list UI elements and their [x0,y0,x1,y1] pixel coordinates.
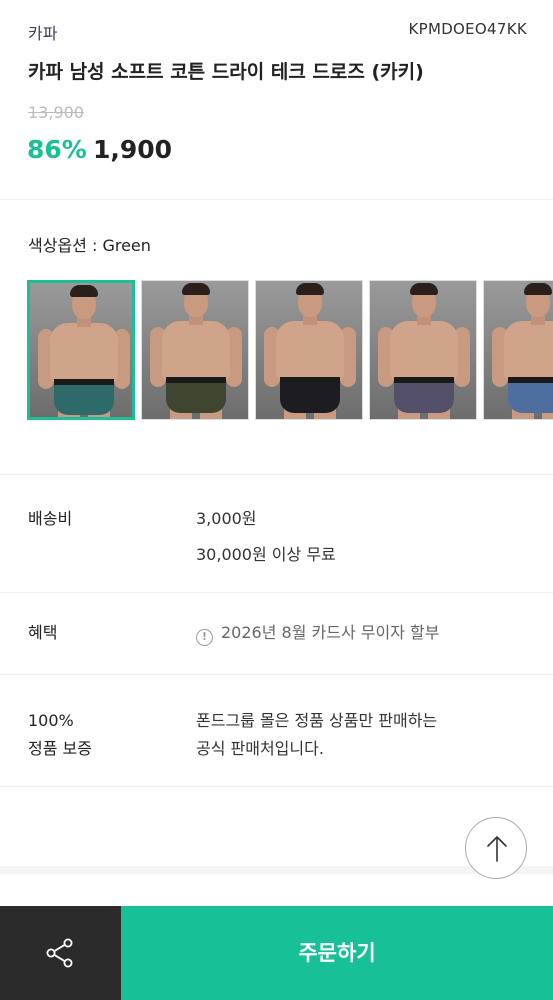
free-shipping-condition: 30,000원 이상 무료 [196,545,336,564]
info-icon: ! [196,629,213,646]
swatch-model-torso [390,321,458,381]
color-swatch-khaki[interactable] [141,280,249,420]
product-header: 카파 KPMDOEO47KK 카파 남성 소프트 코튼 드라이 테크 드로즈 (… [0,0,553,200]
swatch-model-brief [280,379,340,413]
section-divider [0,866,553,874]
benefit-text: 2026년 8월 카드사 무이자 할부 [221,623,440,642]
swatch-model-hair [524,283,552,295]
guarantee-label: 100% 정품 보증 [28,707,92,763]
swatch-model-torso [162,321,230,381]
benefit-label: 혜택 [28,623,58,642]
shipping-label: 배송비 [28,509,73,528]
swatch-model-band [54,379,114,385]
sale-price: 1,900 [93,135,173,164]
swatch-model-brief [394,379,454,413]
swatch-model-brief [508,379,553,413]
swatch-model-brief [54,381,114,415]
swatch-model-band [508,377,553,383]
benefit-info[interactable]: ! 2026년 8월 카드사 무이자 할부 [196,619,439,647]
swatch-model-hair [410,283,438,295]
color-swatch-list [27,280,553,420]
swatch-model-band [166,377,226,383]
swatch-model-brief [166,379,226,413]
guarantee-label-line1: 100% [28,711,74,730]
order-button[interactable]: 주문하기 [121,906,553,1000]
swatch-model-torso [276,321,344,381]
original-price: 13,900 [28,103,84,122]
share-icon [46,938,73,968]
guarantee-text-line2: 공식 판매처입니다. [196,739,324,758]
swatch-model-hair [182,283,210,295]
guarantee-row: 100% 정품 보증 폰드그룹 몰은 정품 상품만 판매하는 공식 판매처입니다… [0,675,553,787]
discount-rate: 86% [27,135,87,164]
guarantee-label-line2: 정품 보증 [28,739,92,758]
color-swatch-purple-gray[interactable] [369,280,477,420]
product-title: 카파 남성 소프트 코튼 드라이 테크 드로즈 (카키) [28,61,424,83]
share-button[interactable] [0,906,121,1000]
swatch-model-torso [504,321,553,381]
swatch-model-hair [70,285,98,297]
swatch-model-torso [50,323,118,383]
benefit-row: 혜택 ! 2026년 8월 카드사 무이자 할부 [0,593,553,675]
product-code: KPMDOEO47KK [408,20,527,38]
color-option-label: 색상옵션 : Green [28,236,151,255]
brand-name[interactable]: 카파 [28,20,57,44]
scroll-top-button[interactable] [465,817,527,879]
color-option-section: 색상옵션 : Green [0,200,553,475]
color-swatch-blue[interactable] [483,280,553,420]
shipping-row: 배송비 3,000원 30,000원 이상 무료 [0,475,553,593]
bottom-action-bar: 주문하기 [0,906,553,1000]
swatch-model-band [394,377,454,383]
shipping-fee: 3,000원 [196,509,257,528]
color-swatch-black[interactable] [255,280,363,420]
color-swatch-green[interactable] [27,280,135,420]
arrow-up-icon [487,836,507,862]
guarantee-text-line1: 폰드그룹 몰은 정품 상품만 판매하는 [196,711,438,730]
swatch-model-hair [296,283,324,295]
swatch-model-band [280,377,340,383]
guarantee-text: 폰드그룹 몰은 정품 상품만 판매하는 공식 판매처입니다. [196,707,437,763]
